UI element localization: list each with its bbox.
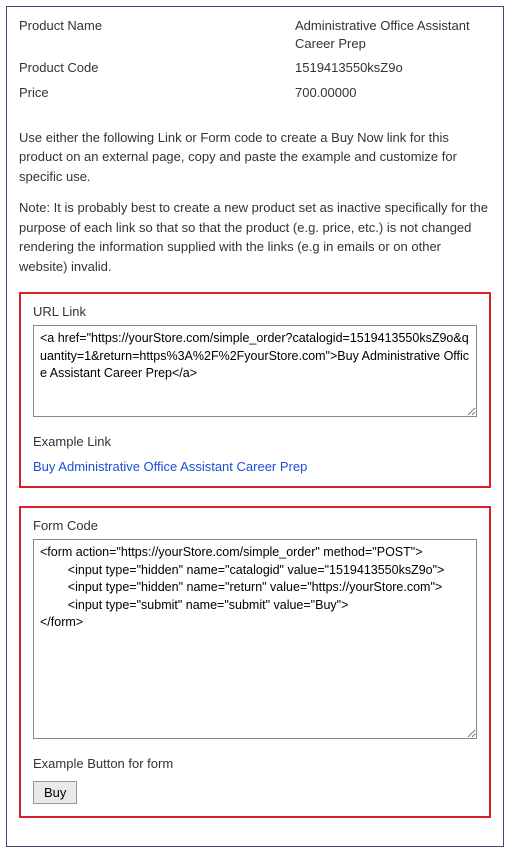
form-code-box: Form Code Example Button for form Buy [19,506,491,818]
url-link-box: URL Link Example Link Buy Administrative… [19,292,491,488]
price-value: 700.00000 [215,84,491,102]
price-row: Price 700.00000 [19,84,491,102]
product-code-value: 1519413550ksZ9o [215,59,491,77]
product-link-panel: Product Name Administrative Office Assis… [6,6,504,847]
note-text: Note: It is probably best to create a ne… [19,198,491,276]
url-link-code-textarea[interactable] [33,325,477,417]
instructions-text: Use either the following Link or Form co… [19,128,491,187]
price-label: Price [19,84,215,102]
product-code-row: Product Code 1519413550ksZ9o [19,59,491,77]
product-name-row: Product Name Administrative Office Assis… [19,17,491,53]
buy-button[interactable]: Buy [33,781,77,804]
product-name-value: Administrative Office Assistant Career P… [215,17,491,53]
form-code-textarea[interactable] [33,539,477,739]
product-code-label: Product Code [19,59,215,77]
url-example-label: Example Link [33,434,477,449]
url-example-link[interactable]: Buy Administrative Office Assistant Care… [33,459,307,474]
form-example-label: Example Button for form [33,756,477,771]
product-name-label: Product Name [19,17,215,53]
url-link-title: URL Link [33,304,477,319]
form-code-title: Form Code [33,518,477,533]
